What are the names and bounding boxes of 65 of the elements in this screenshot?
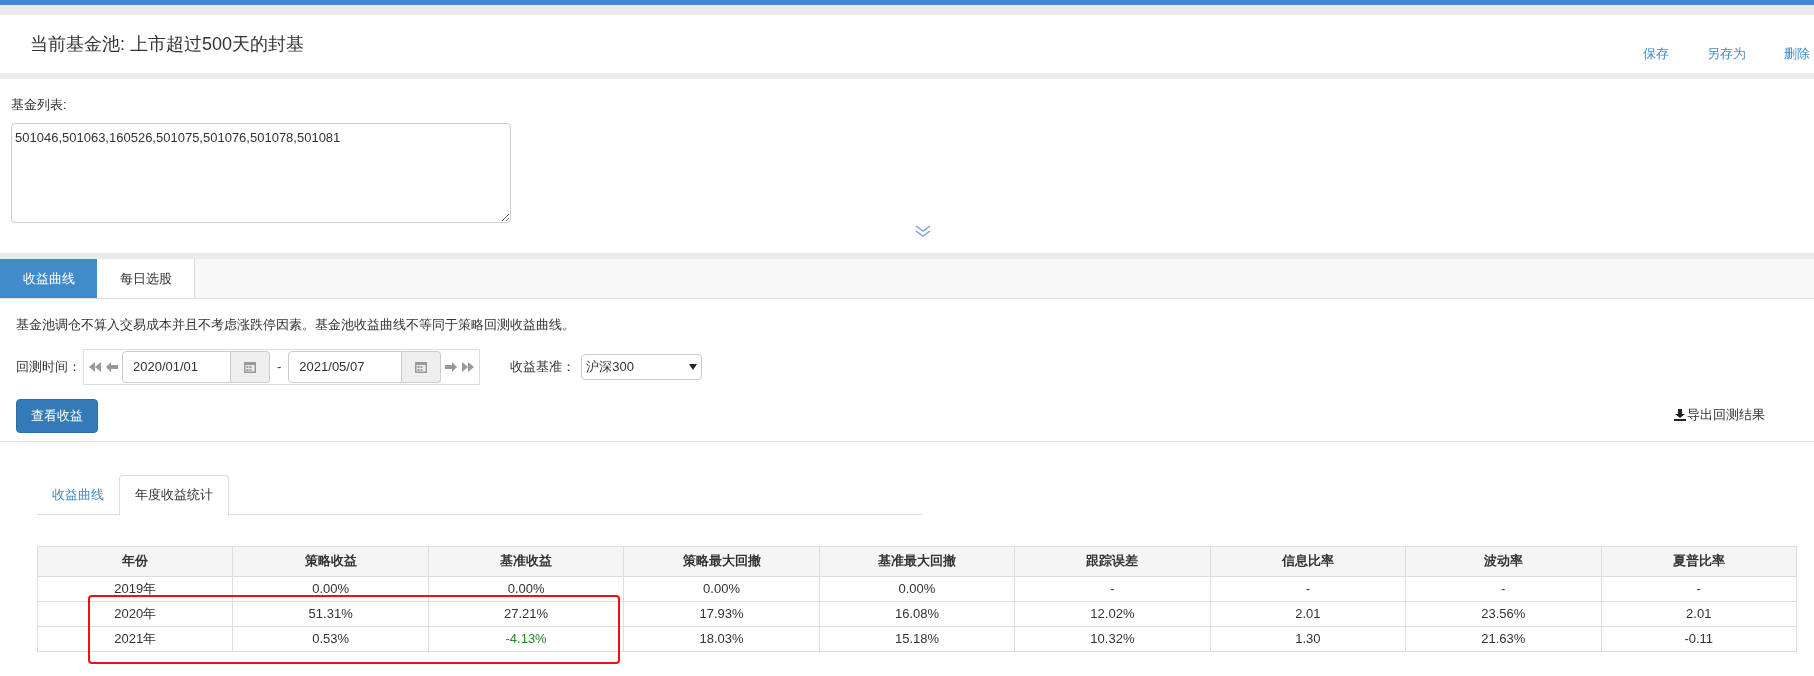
table-cell: 2021年: [37, 626, 233, 651]
table-cell: 21.63%: [1405, 626, 1601, 651]
download-icon: [1674, 408, 1686, 421]
column-header: 信息比率: [1210, 546, 1406, 576]
table-cell: -4.13%: [428, 626, 624, 651]
table-cell: 0.53%: [232, 626, 429, 651]
table-cell: -: [1210, 576, 1406, 601]
tab[interactable]: 收益曲线: [37, 474, 119, 515]
table-cell: 23.56%: [1405, 601, 1601, 626]
header-link[interactable]: 另存为: [1707, 44, 1746, 64]
column-header: 跟踪误差: [1014, 546, 1211, 576]
calendar-icon: [414, 359, 429, 374]
table-cell: 0.00%: [623, 576, 820, 601]
column-header: 策略收益: [232, 546, 429, 576]
benchmark-select[interactable]: 沪深300: [581, 353, 703, 380]
table-cell: 2019年: [37, 576, 233, 601]
table-cell: 2.01: [1601, 601, 1797, 626]
page-title: 当前基金池: 上市超过500天的封基: [30, 32, 305, 56]
table-cell: -: [1601, 576, 1797, 601]
end-date-field[interactable]: 2021/05/07: [288, 350, 403, 383]
table-cell: 1.30: [1210, 626, 1406, 651]
table-cell: -: [1014, 576, 1211, 601]
start-date-field[interactable]: 2020/01/01: [122, 350, 231, 383]
benchmark-label: 收益基准：: [510, 357, 576, 376]
calendar-icon: [243, 359, 257, 374]
note-text: 基金池调仓不算入交易成本并且不考虑涨跌停因素。基金池收益曲线不等同于策略回测收益曲线。: [16, 316, 576, 334]
right-arrow-icon[interactable]: [444, 359, 459, 374]
table-cell: 0.00%: [819, 576, 1015, 601]
table-cell: 16.08%: [819, 601, 1015, 626]
export-link[interactable]: 导出回测结果: [1674, 405, 1765, 425]
table-cell: 0.00%: [232, 576, 429, 601]
table-cell: 2.01: [1210, 601, 1406, 626]
calendar-button[interactable]: [231, 350, 270, 383]
table-cell: 0.00%: [428, 576, 624, 601]
fund-list-field[interactable]: 501046,501063,160526,501075,501076,501078,501081: [11, 122, 511, 223]
double-left-arrow-icon[interactable]: [88, 359, 102, 374]
table-cell: 27.21%: [428, 601, 624, 626]
table-cell: 15.18%: [819, 626, 1015, 651]
backtest-label: 回测时间：: [16, 357, 81, 376]
calendar-button[interactable]: [402, 350, 442, 383]
tab[interactable]: 年度收益统计: [119, 474, 229, 516]
column-header: 策略最大回撤: [623, 546, 820, 576]
tab[interactable]: 每日选股: [97, 259, 195, 298]
column-header: 夏普比率: [1601, 546, 1797, 576]
table-cell: 2020年: [37, 601, 233, 626]
column-header: 基准最大回撤: [819, 546, 1015, 576]
column-header: 波动率: [1405, 546, 1601, 576]
table-cell: -0.11: [1601, 626, 1797, 651]
dropdown-caret-icon: [689, 363, 698, 370]
table-cell: 10.32%: [1014, 626, 1211, 651]
header-link[interactable]: 删除: [1784, 44, 1810, 64]
table-cell: 51.31%: [232, 601, 429, 626]
table-cell: 17.93%: [623, 601, 820, 626]
fund-list-label: 基金列表:: [11, 96, 68, 114]
view-returns-button[interactable]: 查看收益: [16, 398, 98, 433]
table-cell: -: [1405, 576, 1601, 601]
table-cell: 12.02%: [1014, 601, 1211, 626]
range-separator: -: [276, 357, 283, 376]
column-header: 基准收益: [428, 546, 624, 576]
tab[interactable]: 收益曲线: [0, 259, 97, 298]
expand-chevron-icon[interactable]: [914, 224, 932, 238]
column-header: 年份: [37, 546, 233, 576]
table-cell: 18.03%: [623, 626, 820, 651]
double-right-arrow-icon[interactable]: [461, 359, 476, 374]
header-link[interactable]: 保存: [1643, 44, 1669, 64]
